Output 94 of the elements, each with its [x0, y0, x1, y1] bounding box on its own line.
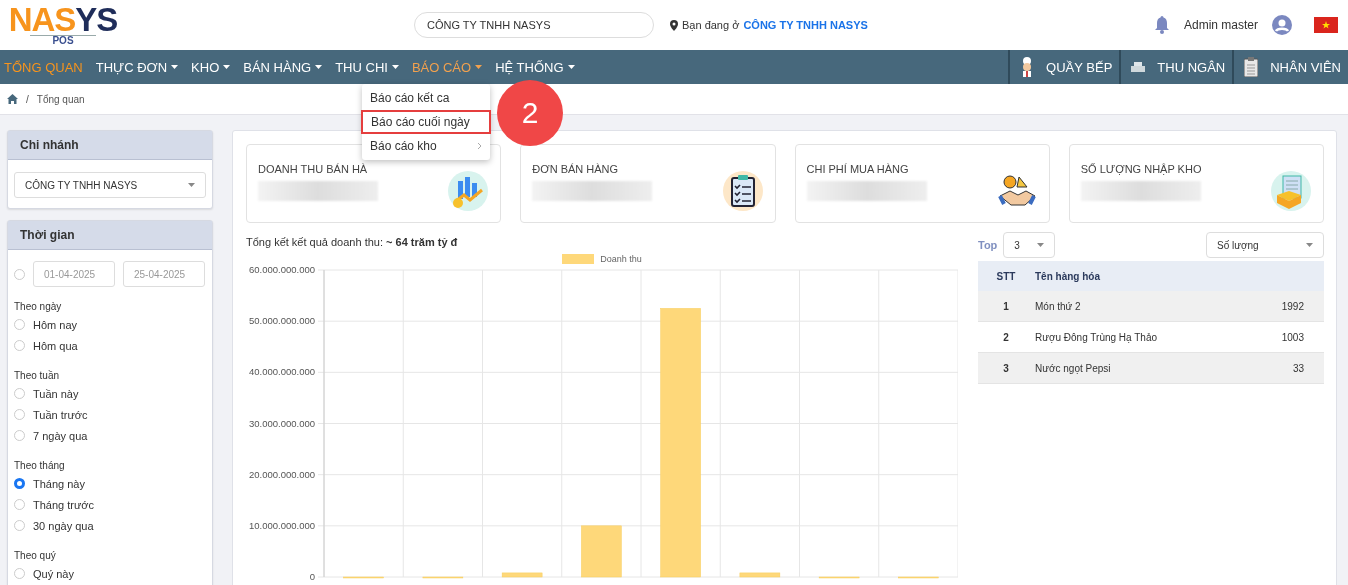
stat-title: CHI PHÍ MUA HÀNG [806, 163, 910, 175]
bar [422, 576, 464, 579]
user-avatar-icon[interactable] [1272, 15, 1292, 35]
radio-label[interactable]: Hôm nay [33, 318, 78, 331]
axis-label: 0 [309, 571, 315, 582]
radio-label[interactable]: Tuần trước [33, 408, 88, 421]
radio-label[interactable]: 7 ngày qua [33, 429, 88, 442]
nav-menu-item[interactable]: KHO [185, 50, 238, 84]
caret-icon [1306, 243, 1313, 247]
dropdown-menu-item[interactable]: Báo cáo kết ca [362, 86, 490, 110]
table-cell: Nước ngọt Pepsi [1034, 352, 1249, 384]
radio-button[interactable] [14, 388, 25, 399]
caret-icon [315, 65, 323, 69]
axis-label: 50.000.000.000 [248, 315, 315, 327]
table-cell: 1 [978, 291, 1034, 322]
bar [739, 572, 781, 578]
bar [501, 572, 543, 578]
box-document-icon [1271, 171, 1311, 211]
top-count-select[interactable]: 3 [1003, 232, 1056, 258]
caret-icon [475, 65, 483, 69]
table-cell: 3 [978, 352, 1034, 384]
caret-icon [171, 65, 179, 69]
nav-menu-item[interactable]: BÁN HÀNG [237, 50, 330, 84]
location-label: Bạn đang ở [682, 19, 740, 31]
radio-button[interactable] [14, 499, 25, 510]
notification-bell-icon[interactable] [1153, 16, 1170, 34]
vietnam-flag-icon[interactable] [1314, 17, 1338, 33]
panel-header: Thời gian [8, 221, 212, 250]
axis-label: 20.000.000.000 [248, 468, 315, 480]
radio-button[interactable] [14, 430, 25, 441]
top-label: Top [978, 239, 998, 251]
dropdown-menu-item[interactable]: Báo cáo cuối ngày [361, 110, 491, 134]
sort-select[interactable]: Số lượng [1206, 232, 1324, 258]
bar [581, 525, 622, 578]
bar-chart-icon [448, 171, 489, 211]
table-cell: 33 [1249, 352, 1324, 384]
branch-select[interactable]: CÔNG TY TNHH NASYS [14, 172, 206, 198]
caret-icon [567, 65, 575, 69]
stat-title: SỐ LƯỢNG NHẬP KHO [1080, 163, 1203, 175]
axis-label: 60.000.000.000 [248, 264, 315, 275]
radio-label[interactable]: Quý này [33, 567, 74, 580]
axis-label: 30.000.000.000 [248, 417, 315, 429]
table-cell: Rượu Đông Trùng Hạ Thảo [1034, 321, 1249, 353]
radio-label[interactable]: Hôm qua [33, 339, 78, 352]
chevron-right-icon [477, 142, 482, 150]
radio-label[interactable]: Tháng này [33, 477, 85, 490]
bar [343, 576, 384, 579]
group-label: Theo tháng [14, 460, 66, 471]
table-cell: 1992 [1249, 291, 1324, 322]
radio-button[interactable] [14, 268, 25, 280]
radio-button[interactable] [14, 409, 25, 420]
legend-label: Doanh thu [600, 254, 642, 264]
radio-button[interactable] [14, 340, 25, 351]
revenue-summary: Tổng kết kết quả doanh thu: ~ 64 trăm tỷ đ [246, 236, 459, 248]
radio-button[interactable] [14, 568, 25, 579]
nav-menu-item[interactable]: THU CHI [329, 50, 406, 84]
caret-icon [391, 65, 399, 69]
table-cell: 2 [978, 321, 1034, 353]
group-label: Theo ngày [14, 301, 63, 312]
radio-button[interactable] [14, 520, 25, 531]
cash-register-icon [1131, 62, 1146, 72]
caret-icon [223, 65, 231, 69]
panel-header: Chi nhánh [8, 131, 212, 160]
radio-button[interactable] [14, 478, 25, 489]
table-cell: Món thứ 2 [1034, 291, 1249, 322]
logo-subtitle: POS [30, 34, 96, 46]
group-label: Theo quý [14, 550, 57, 561]
location-pin-icon [670, 19, 678, 31]
user-name[interactable]: Admin master [1183, 18, 1258, 32]
radio-label[interactable]: 30 ngày qua [33, 519, 94, 532]
table-cell: 1003 [1249, 321, 1324, 353]
dropdown-menu-item[interactable]: Báo cáo kho [362, 134, 490, 158]
breadcrumb-separator: / [26, 93, 29, 105]
home-icon[interactable] [7, 94, 18, 104]
radio-label[interactable]: Tuần này [33, 387, 79, 400]
bar [898, 576, 939, 579]
nav-menu-item[interactable]: THỰC ĐƠN [89, 50, 186, 84]
stat-title: DOANH THU BÁN HÀ [258, 163, 369, 175]
bar [818, 576, 860, 579]
axis-label: 10.000.000.000 [248, 519, 315, 531]
radio-button[interactable] [14, 319, 25, 330]
clipboard-icon [1244, 57, 1259, 77]
logo-text: NASYS [8, 4, 118, 35]
caret-icon [188, 183, 195, 187]
checklist-icon [722, 171, 763, 211]
axis-label: 40.000.000.000 [248, 366, 315, 378]
column-header: STT [978, 261, 1034, 291]
caret-icon [1037, 243, 1045, 247]
radio-label[interactable]: Tháng trước [33, 498, 95, 511]
stat-title: ĐƠN BÁN HÀNG [532, 163, 620, 175]
breadcrumb-item[interactable]: Tổng quan [36, 93, 85, 105]
location-company-link[interactable]: CÔNG TY TNHH NASYS [743, 19, 868, 31]
column-header: Tên hàng hóa [1034, 261, 1249, 291]
group-label: Theo tuần [14, 370, 61, 381]
